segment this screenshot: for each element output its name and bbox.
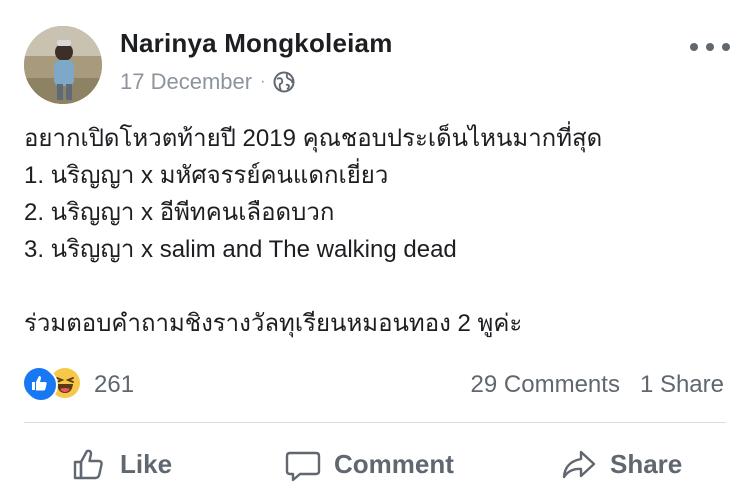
comment-label: Comment (334, 448, 454, 479)
share-button[interactable]: Share (560, 445, 682, 483)
post-meta: 17 December · (120, 68, 295, 96)
post-line: ร่วมตอบคำถามชิงรางวัลทุเรียนหมอนทอง 2 พู… (24, 310, 523, 337)
post-date[interactable]: 17 December (120, 69, 252, 95)
reactions-summary[interactable]: 261 (24, 368, 134, 402)
divider (24, 422, 726, 423)
author-avatar[interactable] (24, 26, 102, 104)
action-bar: Like Comment Share (0, 436, 750, 492)
post-body: อยากเปิดโหวตท้ายปี 2019 คุณชอบประเด็นไหน… (24, 120, 724, 342)
share-label: Share (610, 448, 683, 479)
post-line: 1. นริญญา x มหัศจรรย์คนแดกเยี่ยว (24, 162, 389, 189)
facebook-post: Narinya Mongkoleiam 17 December · อยากเป… (0, 0, 750, 504)
globe-icon[interactable] (273, 71, 295, 93)
speech-bubble-icon (284, 445, 322, 483)
engagement-stats: 29 Comments 1 Share (471, 368, 724, 402)
avatar-photo (24, 26, 102, 104)
comment-button[interactable]: Comment (284, 445, 454, 483)
share-arrow-icon (560, 445, 598, 483)
like-reaction-icon (24, 368, 58, 402)
author-name[interactable]: Narinya Mongkoleiam (120, 28, 393, 59)
meta-separator: · (260, 73, 266, 90)
reaction-count[interactable]: 261 (94, 371, 134, 399)
post-line: 2. นริญญา x อีพีทคนเลือดบวก (24, 199, 335, 226)
like-label: Like (120, 448, 173, 479)
comments-count[interactable]: 29 Comments (471, 371, 620, 399)
post-line: 3. นริญญา x salim and The walking dead (24, 236, 457, 263)
shares-count[interactable]: 1 Share (640, 371, 724, 399)
like-button[interactable]: Like (70, 445, 172, 483)
more-options-icon[interactable] (690, 36, 730, 58)
post-line: อยากเปิดโหวตท้ายปี 2019 คุณชอบประเด็นไหน… (24, 125, 603, 152)
thumbs-up-icon (70, 445, 108, 483)
post-line-blank (24, 268, 724, 305)
